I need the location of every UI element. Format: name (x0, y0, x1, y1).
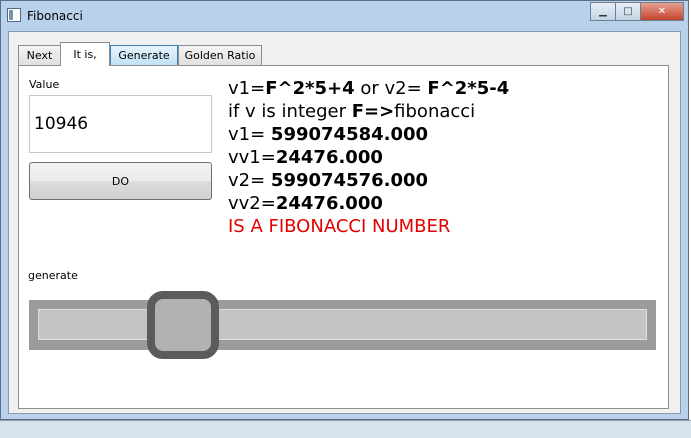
maximize-icon: □ (623, 6, 633, 17)
vv1-result-line: vv1=24476.000 (228, 147, 383, 169)
generate-slider[interactable] (29, 291, 656, 359)
formula-v2-expr: F^2*5-4 (427, 78, 510, 99)
formula-line: v1=F^2*5+4 or v2= F^2*5-4 (228, 78, 509, 100)
tab-label: It is, (73, 48, 97, 61)
vv2-value: 24476.000 (275, 193, 383, 214)
tab-label: Next (26, 49, 53, 62)
window-title: Fibonacci (27, 9, 83, 23)
do-button[interactable]: DO (29, 162, 212, 200)
app-window-icon (7, 8, 21, 22)
v2-result-line: v2= 599074576.000 (228, 170, 428, 192)
client-area: Next It is, Generate Golden Ratio Value … (8, 31, 681, 414)
tab-label: Generate (118, 49, 170, 62)
close-icon: ✕ (657, 6, 667, 17)
rule-arrow: F=> (351, 101, 395, 122)
rule-conclusion: fibonacci (394, 101, 476, 122)
rule-line: if v is integer F=>fibonacci (228, 101, 475, 123)
tab-next[interactable]: Next (18, 45, 61, 65)
formula-v1-label: v1= (228, 78, 266, 99)
tab-panel-it-is: Value 10946 DO v1=F^2*5+4 or v2= F^2*5-4… (18, 65, 669, 409)
value-label: Value (29, 78, 60, 91)
v2-value: 599074576.000 (270, 170, 429, 191)
minimize-button[interactable]: ▁ (590, 2, 616, 21)
desktop-background (0, 420, 691, 438)
tab-golden-ratio[interactable]: Golden Ratio (178, 45, 262, 65)
tab-label: Golden Ratio (184, 49, 256, 62)
window-controls: ▁ □ ✕ (590, 2, 684, 22)
vv1-label: vv1= (228, 147, 276, 168)
slider-groove[interactable] (38, 309, 647, 340)
v1-result-line: v1= 599074584.000 (228, 124, 428, 146)
app-window: Fibonacci ▁ □ ✕ Next It is, Generate Gol… (0, 0, 689, 420)
v2-label: v2= (228, 170, 271, 191)
maximize-button[interactable]: □ (615, 2, 641, 21)
rule-text: if v is integer (228, 101, 352, 122)
title-bar[interactable]: Fibonacci ▁ □ ✕ (1, 1, 688, 31)
minimize-icon: ▁ (599, 6, 607, 17)
formula-or-v2-label: or v2= (354, 78, 428, 99)
generate-label: generate (28, 269, 78, 282)
do-button-label: DO (111, 174, 130, 188)
vv2-label: vv2= (228, 193, 276, 214)
value-text: 10946 (34, 114, 89, 134)
slider-handle[interactable] (147, 291, 219, 359)
tab-it-is[interactable]: It is, (60, 42, 110, 66)
vv1-value: 24476.000 (275, 147, 383, 168)
close-button[interactable]: ✕ (640, 2, 684, 21)
verdict-text: IS A FIBONACCI NUMBER (228, 216, 451, 237)
vv2-result-line: vv2=24476.000 (228, 193, 383, 215)
value-input[interactable]: 10946 (29, 95, 212, 153)
tab-generate[interactable]: Generate (110, 45, 178, 65)
formula-v1-expr: F^2*5+4 (265, 78, 355, 99)
v1-value: 599074584.000 (270, 124, 429, 145)
v1-label: v1= (228, 124, 271, 145)
